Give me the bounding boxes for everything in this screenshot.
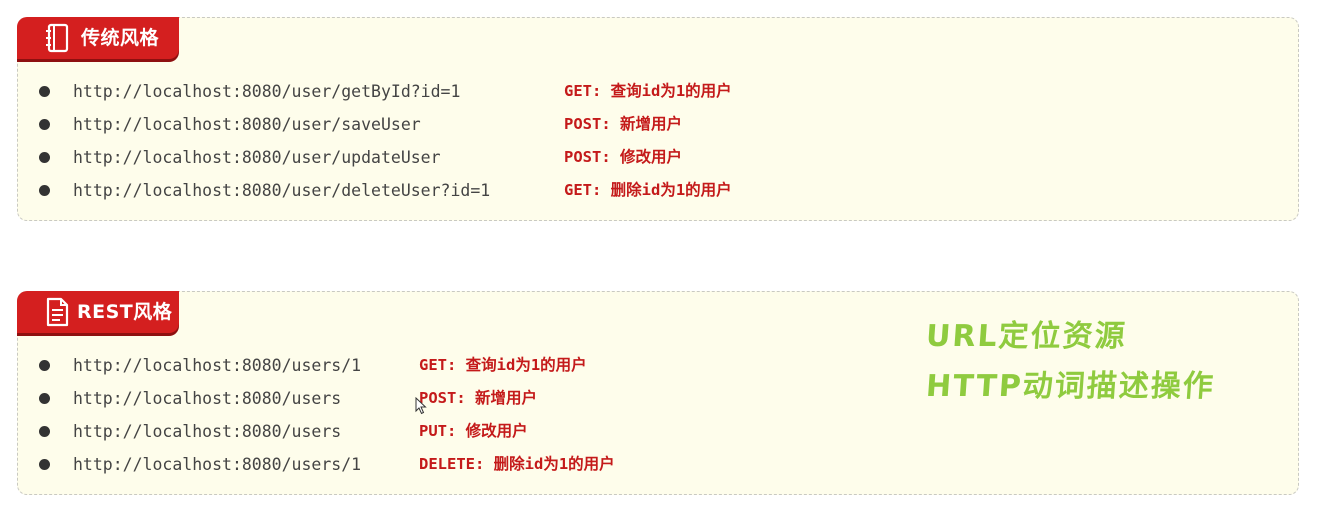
url-text: http://localhost:8080/users: [73, 422, 342, 441]
operation-description: POST: 新增用户: [419, 389, 537, 407]
section-tab-traditional: 传统风格: [17, 17, 179, 59]
list-item: http://localhost:8080/user/deleteUser?id…: [18, 178, 1298, 204]
bullet-dot: [39, 119, 50, 130]
section-tab-rest: REST风格: [17, 291, 179, 333]
url-text: http://localhost:8080/user/saveUser: [73, 115, 421, 134]
operation-description: POST: 新增用户: [564, 115, 682, 133]
bullet-dot: [39, 360, 50, 371]
bullet-dot: [39, 393, 50, 404]
bullet-dot: [39, 185, 50, 196]
traditional-style-panel: 传统风格 http://localhost:8080/user/getById?…: [17, 17, 1299, 221]
bullet-dot: [39, 426, 50, 437]
bullet-dot: [39, 152, 50, 163]
mouse-pointer-icon: [415, 397, 427, 415]
url-text: http://localhost:8080/users/1: [73, 455, 362, 474]
notebook-icon: [46, 23, 69, 53]
operation-description: GET: 删除id为1的用户: [564, 181, 732, 199]
bullet-dot: [39, 86, 50, 97]
list-item: http://localhost:8080/users/1 DELETE: 删除…: [18, 452, 1298, 478]
tab-label: REST风格: [77, 301, 173, 323]
annotation-http-verb-describes-action: HTTP动词描述操作: [924, 369, 1216, 404]
list-item: http://localhost:8080/users PUT: 修改用户: [18, 419, 1298, 445]
annotation-url-locates-resource: URL定位资源: [924, 319, 1128, 354]
operation-description: POST: 修改用户: [564, 148, 682, 166]
list-item: http://localhost:8080/user/saveUser POST…: [18, 112, 1298, 138]
url-text: http://localhost:8080/users/1: [73, 356, 362, 375]
list-item: http://localhost:8080/user/getById?id=1 …: [18, 79, 1298, 105]
operation-description: GET: 查询id为1的用户: [419, 356, 587, 374]
url-text: http://localhost:8080/user/deleteUser?id…: [73, 181, 491, 200]
url-text: http://localhost:8080/user/updateUser: [73, 148, 441, 167]
url-text: http://localhost:8080/user/getById?id=1: [73, 82, 461, 101]
operation-description: GET: 查询id为1的用户: [564, 82, 732, 100]
bullet-dot: [39, 459, 50, 470]
document-icon: [46, 297, 69, 327]
operation-description: PUT: 修改用户: [419, 422, 528, 440]
url-text: http://localhost:8080/users: [73, 389, 342, 408]
tab-label: 传统风格: [81, 27, 160, 49]
operation-description: DELETE: 删除id为1的用户: [419, 455, 615, 473]
list-item: http://localhost:8080/user/updateUser PO…: [18, 145, 1298, 171]
